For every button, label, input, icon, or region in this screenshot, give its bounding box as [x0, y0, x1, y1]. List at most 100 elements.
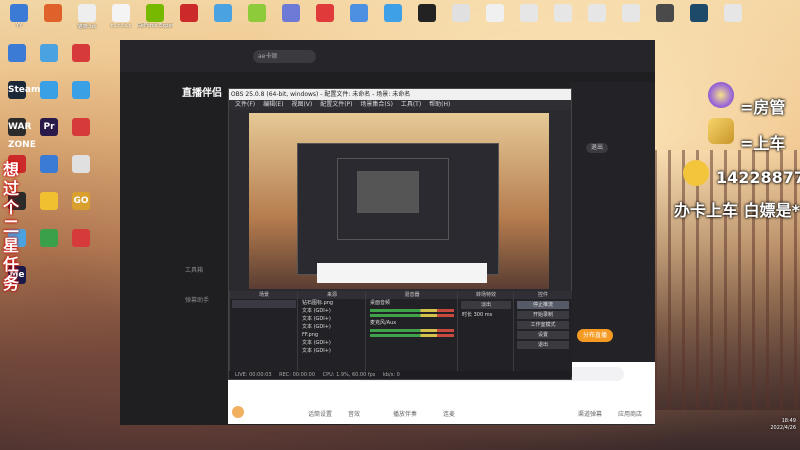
sound-effect-button[interactable]: 音效: [348, 409, 360, 418]
source-item[interactable]: 文本 (GDI+): [298, 323, 366, 331]
desktop-icon[interactable]: [722, 4, 744, 23]
desktop-icon[interactable]: [70, 229, 92, 247]
obs-docks: 场景 来源 钻石图标.png 文本 (GDI+) 文本 (GDI+) 文本 (GDI+…: [229, 291, 572, 379]
menu-scene-collection[interactable]: 场景集合(S): [360, 101, 393, 108]
desktop-icon[interactable]: [38, 81, 60, 99]
duration-input[interactable]: 300 ms: [474, 312, 493, 318]
menu-file[interactable]: 文件(F): [235, 101, 255, 108]
mic-meter[interactable]: [370, 329, 454, 332]
desktop-icon[interactable]: [38, 44, 60, 62]
play-music-button[interactable]: 播放伴奏: [393, 409, 417, 418]
desktop-icon[interactable]: [518, 4, 540, 23]
app-icon: [180, 4, 198, 22]
desktop-icon[interactable]: [70, 118, 92, 136]
desktop-icon[interactable]: [70, 44, 92, 62]
desktop-audio-meter-2[interactable]: [370, 314, 454, 317]
channel-danmaku-button[interactable]: 渠道弹幕: [578, 409, 602, 418]
desktop-icon[interactable]: [38, 155, 60, 173]
dock-scenes: 场景: [229, 291, 298, 377]
obs-preview[interactable]: [249, 113, 549, 289]
sidebar-item-danmaku[interactable]: 弹幕助手: [185, 295, 209, 304]
obs-window: OBS 25.0.8 (64-bit, windows) - 配置文件: 未命名…: [228, 88, 572, 380]
desktop-icon[interactable]: [484, 4, 506, 23]
desktop-icon[interactable]: [212, 4, 234, 23]
overlay-line: 办卡上车 白嫖是**: [674, 201, 800, 220]
source-item[interactable]: 文本 (GDI+): [298, 307, 366, 315]
obs-titlebar: OBS 25.0.8 (64-bit, windows) - 配置文件: 未命名…: [229, 89, 571, 100]
source-item[interactable]: 文本 (GDI+): [298, 339, 366, 347]
desktop-icon[interactable]: [586, 4, 608, 23]
vertical-overlay-text: 想过个二星任务: [2, 160, 19, 293]
app-icon: [72, 81, 90, 99]
desktop-icon[interactable]: [42, 4, 64, 23]
source-item[interactable]: 钻石图标.png: [298, 299, 366, 307]
desktop-icon[interactable]: [416, 4, 438, 23]
studio-mode-button[interactable]: 工作室模式: [517, 321, 569, 329]
app-icon: [40, 192, 58, 210]
settings-button[interactable]: 设置: [517, 331, 569, 339]
desktop-icon[interactable]: [382, 4, 404, 23]
sidebar-item-toolbox[interactable]: 工具箱: [185, 265, 203, 274]
start-live-button[interactable]: 分布直播: [577, 329, 613, 342]
status-live: LIVE: 00:00:03: [235, 372, 272, 378]
desktop-icon[interactable]: [38, 192, 60, 210]
desktop-icon[interactable]: [552, 4, 574, 23]
app-icon: [40, 81, 58, 99]
desktop-icon[interactable]: [314, 4, 336, 23]
app-icon: [452, 4, 470, 22]
desktop-icon[interactable]: [178, 4, 200, 23]
start-recording-button[interactable]: 开始录制: [517, 311, 569, 319]
dock-scenes-header: 场景: [230, 291, 298, 299]
stop-streaming-button[interactable]: 停止推流: [517, 301, 569, 309]
exit-button[interactable]: 退出: [586, 143, 608, 153]
mascot-icon: [683, 160, 709, 186]
scene-item[interactable]: [232, 300, 296, 308]
desktop-icon[interactable]: [70, 81, 92, 99]
desktop-icon[interactable]: [38, 229, 60, 247]
menu-help[interactable]: 帮助(H): [429, 101, 450, 108]
dock-transitions-header: 转场特效: [458, 291, 514, 299]
transition-select[interactable]: 淡出: [461, 301, 511, 309]
app-store-button[interactable]: 应用商店: [618, 409, 642, 418]
exit-obs-button[interactable]: 退出: [517, 341, 569, 349]
mic-settings-button[interactable]: 话筒设置: [308, 409, 332, 418]
desktop-icon[interactable]: c.i.r.f.s.c: [110, 4, 132, 29]
app-icon: [350, 4, 368, 22]
desktop-icon[interactable]: [280, 4, 302, 23]
desktop-icon[interactable]: [620, 4, 642, 23]
connect-mic-button[interactable]: 连麦: [443, 409, 455, 418]
desktop-icon[interactable]: Pr: [38, 118, 60, 136]
clock-time: 18:49: [781, 418, 796, 424]
mic-meter-2[interactable]: [370, 334, 454, 337]
menu-tools[interactable]: 工具(T): [401, 101, 421, 108]
dock-mixer-header: 混音器: [366, 291, 458, 299]
desktop-audio-meter[interactable]: [370, 309, 454, 312]
desktop-icon[interactable]: YY: [8, 4, 30, 29]
source-item[interactable]: 文本 (GDI+): [298, 347, 366, 355]
desktop-icon[interactable]: GeForce Experience: [137, 4, 173, 29]
source-item[interactable]: FF.png: [298, 331, 366, 339]
search-input[interactable]: ae卡顿: [253, 50, 316, 63]
desktop-icon-label: YY: [15, 23, 23, 29]
menu-profile[interactable]: 配置文件(P): [320, 101, 352, 108]
status-kbps: kb/s: 0: [382, 372, 400, 378]
app-icon: [72, 155, 90, 173]
desktop-icon[interactable]: WAR ZONE: [6, 118, 36, 150]
menu-edit[interactable]: 编辑(E): [263, 101, 283, 108]
desktop-icon[interactable]: [6, 44, 28, 62]
desktop-icon[interactable]: [348, 4, 370, 23]
desktop-icon-label: 猫咪.txt: [77, 24, 97, 30]
desktop-icon[interactable]: Steam: [6, 81, 40, 99]
app-icon: [656, 4, 674, 22]
desktop-icon[interactable]: 猫咪.txt: [76, 4, 98, 30]
desktop-icon[interactable]: GO: [70, 192, 92, 210]
source-item[interactable]: 文本 (GDI+): [298, 315, 366, 323]
avatar[interactable]: [232, 406, 244, 418]
desktop-icon[interactable]: [70, 155, 92, 173]
taskbar-clock[interactable]: 18:49 2022/4/26: [770, 418, 796, 432]
desktop-icon[interactable]: [450, 4, 472, 23]
menu-view[interactable]: 视图(V): [291, 101, 312, 108]
desktop-icon[interactable]: [654, 4, 676, 23]
desktop-icon[interactable]: [246, 4, 268, 23]
desktop-icon[interactable]: [688, 4, 710, 23]
